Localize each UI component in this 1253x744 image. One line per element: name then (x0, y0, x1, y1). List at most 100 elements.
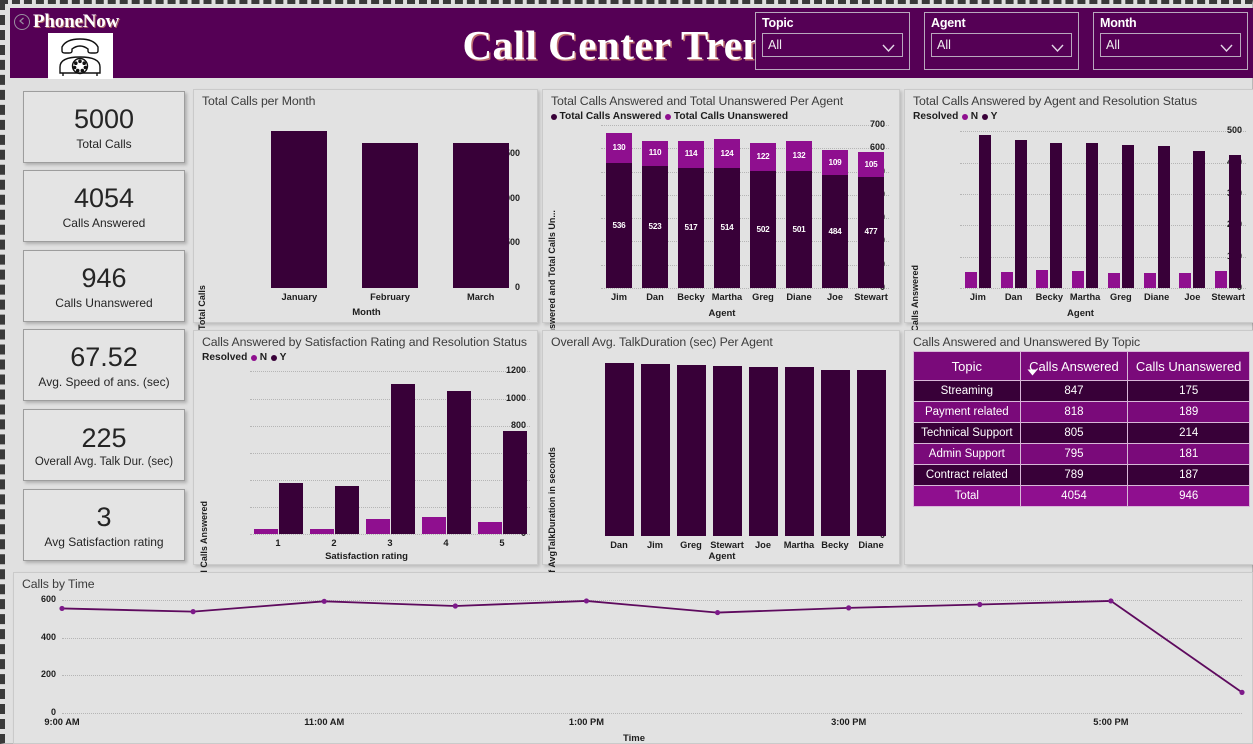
kpi-value: 225 (81, 422, 127, 453)
bar-y (334, 485, 359, 534)
kpi-card-total-calls[interactable]: 5000 Total Calls (23, 91, 185, 163)
table-row[interactable]: Contract related 789 187 (913, 464, 1250, 486)
table-title: Calls Answered and Unanswered By Topic (913, 335, 1141, 349)
chart-calls-by-time[interactable]: Calls by Time Total Calls Time 020040060… (13, 572, 1253, 744)
kpi-card-overall-avg-talk-duration[interactable]: 225 Overall Avg. Talk Dur. (sec) (23, 409, 185, 481)
kpi-card-calls-unanswered[interactable]: 946 Calls Unanswered (23, 250, 185, 322)
chart-title: Calls Answered by Satisfaction Rating an… (202, 335, 527, 349)
plot-area: 0100200300400500600700536130Jim523110Dan… (601, 119, 889, 302)
plot-area: 0 500 1000 1500 January February March (254, 118, 526, 302)
y-tick-label: 500 (1226, 125, 1242, 136)
table-row[interactable]: Payment related 818 189 (913, 401, 1250, 423)
bar-value-label: 130 (612, 143, 626, 153)
chevron-down-icon[interactable] (882, 40, 895, 58)
legend-label: Y (279, 352, 287, 363)
x-tick-label: 5:00 PM (1093, 717, 1129, 727)
bar (676, 365, 706, 536)
bar-n (1107, 273, 1120, 288)
kpi-card-avg-satisfaction-rating[interactable]: 3 Avg Satisfaction rating (23, 489, 185, 561)
table-cell-topic: Streaming (913, 380, 1021, 402)
x-axis-title: Agent (1067, 308, 1094, 319)
legend-swatch-icon (251, 354, 258, 361)
table-cell-answered: 789 (1019, 464, 1129, 486)
legend-swatch-icon (982, 113, 989, 120)
bar-value-label: 110 (648, 148, 662, 158)
slicer-agent-label: Agent (931, 16, 966, 30)
topic-table[interactable]: Topic Calls Answered Calls Unanswered St… (913, 351, 1250, 507)
legend-label: Total Calls Unanswered (673, 111, 789, 122)
chart-legend[interactable]: Total Calls Answered Total Calls Unanswe… (551, 111, 788, 122)
chart-avg-talkduration-per-agent[interactable]: Overall Avg. TalkDuration (sec) Per Agen… (542, 330, 900, 616)
bar-y (978, 135, 991, 288)
plot-area: 050100150200DanJimGregStewartJoeMarthaBe… (601, 356, 889, 550)
slicer-topic-dropdown[interactable]: All (762, 33, 903, 57)
slicer-topic[interactable]: Topic All (755, 12, 910, 70)
table-cell-topic: Contract related (913, 464, 1021, 486)
table-row[interactable]: Streaming 847 175 (913, 380, 1250, 402)
x-tick-label: 4 (443, 538, 449, 548)
slicer-agent[interactable]: Agent All (924, 12, 1079, 70)
chart-title: Overall Avg. TalkDuration (sec) Per Agen… (551, 335, 773, 349)
bar-y (502, 431, 527, 534)
kpi-card-calls-answered[interactable]: 4054 Calls Answered (23, 170, 185, 242)
chevron-down-icon[interactable] (1051, 40, 1064, 58)
legend-label: N (259, 352, 268, 363)
table-cell-answered: 4054 (1019, 485, 1129, 507)
bar (640, 364, 670, 536)
slicer-month[interactable]: Month All (1093, 12, 1248, 70)
bar-value-label: 523 (648, 222, 662, 232)
bar-y (1050, 142, 1063, 288)
bar-n (309, 528, 334, 534)
bar-y (1121, 144, 1134, 288)
table-row[interactable]: Technical Support 805 214 (913, 422, 1250, 444)
kpi-card-avg-speed-of-answer[interactable]: 67.52 Avg. Speed of ans. (sec) (23, 329, 185, 401)
legend-item-y[interactable]: Y (982, 111, 997, 122)
legend-label: Total Calls Answered (559, 111, 662, 122)
legend-item-y[interactable]: Y (271, 352, 286, 363)
bar-n (1000, 271, 1013, 288)
table-row[interactable]: Total 4054 946 (913, 485, 1250, 507)
chart-legend[interactable]: Resolved N Y (202, 352, 286, 363)
table-cell-topic: Admin Support (913, 443, 1021, 465)
legend-item-unanswered[interactable]: Total Calls Unanswered (665, 111, 788, 122)
bar-value-label: 109 (828, 157, 842, 167)
chart-legend[interactable]: Resolved N Y (913, 111, 997, 122)
slicer-agent-dropdown[interactable]: All (931, 33, 1072, 57)
chevron-down-icon[interactable] (1220, 40, 1233, 58)
bar-value-label: 124 (720, 148, 734, 158)
kpi-label: Calls Answered (62, 215, 146, 230)
bar-y (446, 391, 471, 534)
chart-total-calls-per-month[interactable]: Total Calls per Month Total Calls Month … (193, 89, 538, 330)
table-calls-by-topic[interactable]: Calls Answered and Unanswered By Topic T… (904, 330, 1253, 565)
y-tick-label: 800 (510, 419, 526, 430)
x-axis-title: Agent (708, 308, 736, 319)
bar-value-label: 114 (684, 149, 698, 159)
legend-item-answered[interactable]: Total Calls Answered (551, 111, 661, 122)
column-header-calls-answered[interactable]: Calls Answered (1019, 351, 1129, 381)
chart-calls-answered-unanswered-per-agent[interactable]: Total Calls Answered and Total Unanswere… (542, 89, 900, 388)
chart-title: Total Calls Answered and Total Unanswere… (551, 94, 844, 108)
bar-n (1036, 270, 1049, 288)
table-row[interactable]: Admin Support 795 181 (913, 443, 1250, 465)
legend-title: Resolved (202, 352, 248, 363)
legend-item-n[interactable]: N (251, 352, 267, 363)
kpi-value: 5000 (73, 103, 135, 134)
x-axis-title: Satisfaction rating (325, 551, 408, 562)
bar-n (365, 519, 390, 534)
sort-descending-icon[interactable] (1027, 364, 1038, 379)
kpi-label: Total Calls (76, 136, 132, 151)
x-axis-title: Agent (708, 551, 736, 562)
x-tick-label: 3 (387, 538, 393, 548)
y-tick-label: 0 (50, 707, 56, 717)
x-tick-label: 5 (499, 538, 505, 548)
chart-answered-by-satisfaction-resolution[interactable]: Calls Answered by Satisfaction Rating an… (193, 330, 538, 591)
column-header-topic[interactable]: Topic (913, 351, 1021, 381)
slicer-month-dropdown[interactable]: All (1100, 33, 1241, 57)
line-series (59, 598, 1245, 695)
bar-y (1014, 140, 1027, 288)
chart-answered-by-agent-resolution[interactable]: Total Calls Answered by Agent and Resolu… (904, 89, 1253, 355)
table-cell-answered: 847 (1019, 380, 1129, 402)
y-tick-label: 400 (40, 631, 56, 642)
legend-item-n[interactable]: N (962, 111, 978, 122)
column-header-calls-unanswered[interactable]: Calls Unanswered (1127, 351, 1250, 381)
